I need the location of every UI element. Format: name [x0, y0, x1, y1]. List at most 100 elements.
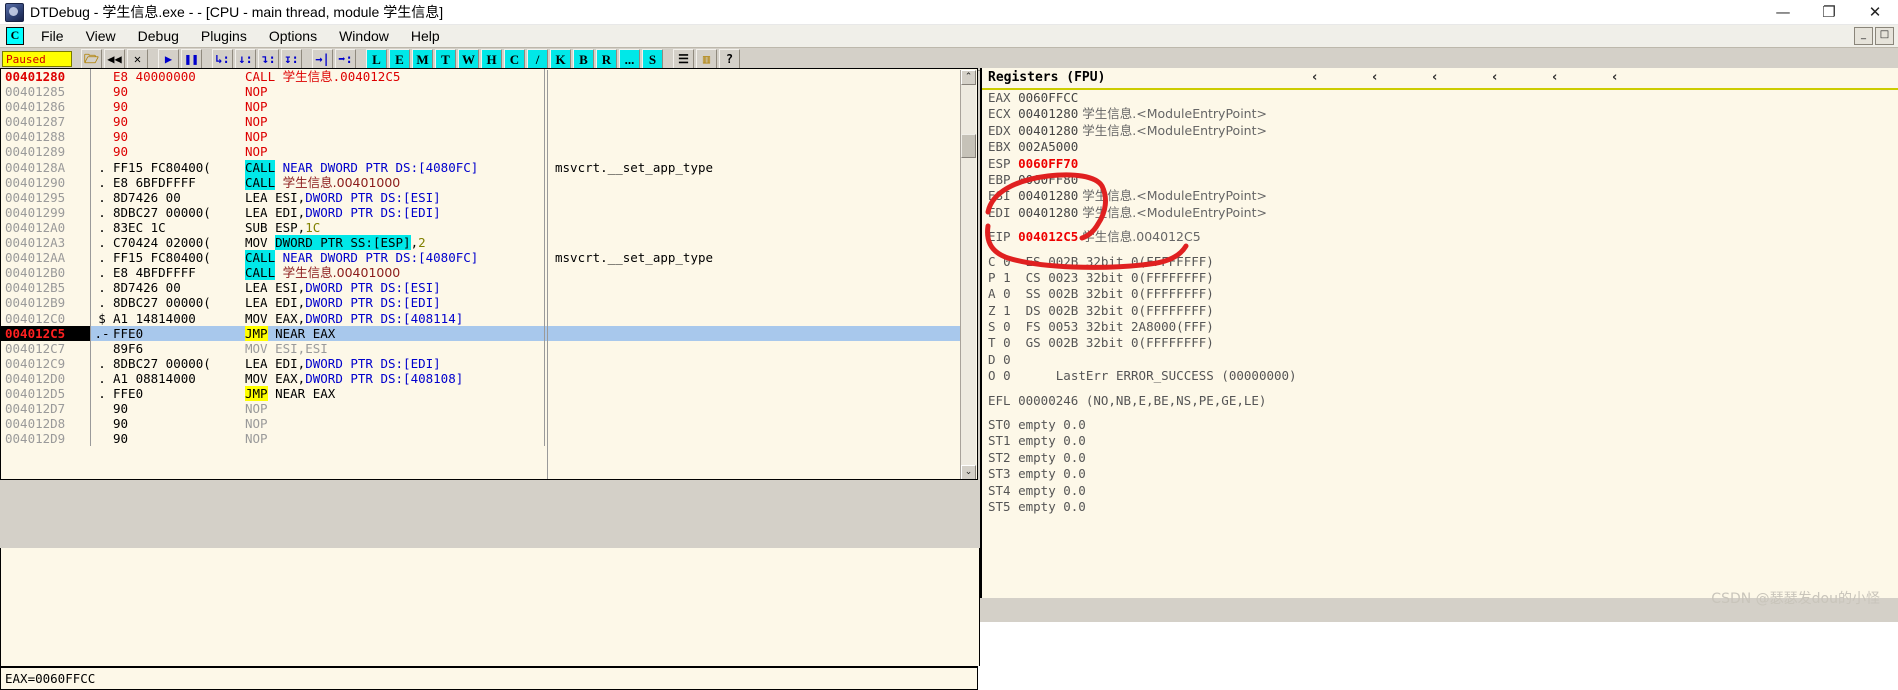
- pause-button[interactable]: ❚❚: [181, 49, 202, 69]
- disassembly-row[interactable]: 00401288 90 NOP: [1, 129, 961, 145]
- register-row-edx[interactable]: EDX 00401280 学生信息.<ModuleEntryPoint>: [982, 123, 1898, 139]
- executable-modules-button[interactable]: E: [389, 49, 410, 69]
- disassembly-row[interactable]: 004012B5. 8D7426 00 LEA ESI,DWORD PTR DS:[…: [1, 280, 961, 296]
- scroll-down-arrow-icon[interactable]: ⌄: [961, 465, 976, 479]
- register-row-esp[interactable]: ESP 0060FF70: [982, 156, 1898, 172]
- close-button[interactable]: ✕: [1852, 0, 1898, 24]
- child-maximize-button[interactable]: □: [1875, 27, 1894, 45]
- help-button[interactable]: ?: [719, 49, 740, 69]
- chevron-left-icon-4[interactable]: ‹: [1492, 69, 1497, 87]
- disassembly-row[interactable]: 00401299. 8DBC27 00000(LEA EDI,DWORD PTR …: [1, 204, 961, 220]
- flag-row-c[interactable]: C 0 ES 002B 32bit 0(FFFFFFFF): [982, 254, 1898, 270]
- disassembly-row[interactable]: 00401289 90 NOP: [1, 144, 961, 160]
- fpu-row-st2[interactable]: ST2 empty 0.0: [982, 450, 1898, 466]
- fpu-row-st1[interactable]: ST1 empty 0.0: [982, 433, 1898, 449]
- cpu-window-icon[interactable]: C: [6, 27, 24, 45]
- menu-item-file[interactable]: File: [30, 25, 75, 47]
- handles-button[interactable]: H: [481, 49, 502, 69]
- disassembly-row[interactable]: 004012A3. C70424 02000(MOV DWORD PTR SS:[…: [1, 235, 961, 251]
- chevron-left-icon-6[interactable]: ‹: [1612, 69, 1617, 87]
- disassembly-row[interactable]: 0040128A. FF15 FC80400(CALL NEAR DWORD PT…: [1, 159, 961, 175]
- disassembly-row[interactable]: 00401285 90 NOP: [1, 84, 961, 100]
- source-button[interactable]: S: [642, 49, 663, 69]
- trace-over-button[interactable]: ↧:: [281, 49, 302, 69]
- references-button[interactable]: R: [596, 49, 617, 69]
- disassembly-row[interactable]: 00401290. E8 6BFDFFFF CALL 学生信息.00401000: [1, 174, 961, 190]
- minimize-button[interactable]: —: [1760, 0, 1806, 24]
- disassembly-row[interactable]: 00401286 90 NOP: [1, 99, 961, 115]
- registers-pane[interactable]: Registers (FPU) ‹ ‹ ‹ ‹ ‹ ‹ EAX 0060FFCC…: [980, 68, 1898, 598]
- disassembly-row[interactable]: 004012C9. 8DBC27 00000(LEA EDI,DWORD PTR …: [1, 355, 961, 371]
- disassembly-row[interactable]: 004012D0. A1 08814000 MOV EAX,DWORD PTR DS…: [1, 370, 961, 386]
- disassembly-row[interactable]: 004012C0 $ A1 14814000 MOV EAX,DWORD PTR DS…: [1, 310, 961, 326]
- fpu-row-st4[interactable]: ST4 empty 0.0: [982, 483, 1898, 499]
- child-minimize-button[interactable]: _: [1854, 27, 1873, 45]
- fpu-row-st0[interactable]: ST0 empty 0.0: [982, 417, 1898, 433]
- register-row-esi[interactable]: ESI 00401280 学生信息.<ModuleEntryPoint>: [982, 188, 1898, 204]
- disassembly-row[interactable]: 004012C5 .- FFE0 JMP NEAR EAX: [1, 325, 961, 341]
- trace-into-button[interactable]: ↴:: [258, 49, 279, 69]
- flag-row-o[interactable]: O 0 LastErr ERROR_SUCCESS (00000000): [982, 368, 1898, 384]
- disassembly-row[interactable]: 00401295. 8D7426 00 LEA ESI,DWORD PTR DS:[…: [1, 189, 961, 205]
- fpu-row-st3[interactable]: ST3 empty 0.0: [982, 466, 1898, 482]
- disassembly-row[interactable]: 004012AA. FF15 FC80400(CALL NEAR DWORD PT…: [1, 250, 961, 266]
- disassembly-row[interactable]: 004012B0. E8 4BFDFFFF CALL 学生信息.00401000: [1, 265, 961, 281]
- call-stack-button[interactable]: K: [550, 49, 571, 69]
- threads-button[interactable]: T: [435, 49, 456, 69]
- chevron-left-icon-3[interactable]: ‹: [1432, 69, 1437, 87]
- register-row-ecx[interactable]: ECX 00401280 学生信息.<ModuleEntryPoint>: [982, 106, 1898, 122]
- disassembly-row[interactable]: 00401280 E8 40000000 CALL 学生信息.004012C5: [1, 69, 961, 85]
- flag-row-d[interactable]: D 0: [982, 352, 1898, 368]
- menu-item-help[interactable]: Help: [400, 25, 451, 47]
- register-row-eip[interactable]: EIP 004012C5 学生信息.004012C5: [982, 229, 1898, 245]
- run-button[interactable]: ▶: [158, 49, 179, 69]
- step-into-button[interactable]: ↳:: [212, 49, 233, 69]
- flag-row-z[interactable]: Z 1 DS 002B 32bit 0(FFFFFFFF): [982, 303, 1898, 319]
- flag-row-a[interactable]: A 0 SS 002B 32bit 0(FFFFFFFF): [982, 286, 1898, 302]
- run-trace-button[interactable]: ...: [619, 49, 640, 69]
- patches-button[interactable]: /: [527, 49, 548, 69]
- chevron-left-icon-5[interactable]: ‹: [1552, 69, 1557, 87]
- disassembly-pane[interactable]: 00401280 E8 40000000 CALL 学生信息.004012C5 004…: [0, 68, 978, 480]
- menu-item-window[interactable]: Window: [328, 25, 400, 47]
- menu-item-debug[interactable]: Debug: [127, 25, 190, 47]
- maximize-button[interactable]: ❐: [1806, 0, 1852, 24]
- scrollbar-thumb[interactable]: [961, 134, 976, 158]
- eflags-row[interactable]: EFL 00000246 (NO,NB,E,BE,NS,PE,GE,LE): [982, 393, 1898, 409]
- chevron-left-icon-1[interactable]: ‹: [1312, 69, 1317, 87]
- disassembly-column-splitter[interactable]: [547, 70, 548, 479]
- disassembly-scrollbar[interactable]: ⌃ ⌄: [960, 70, 976, 479]
- appearance-button[interactable]: ▥: [696, 49, 717, 69]
- disassembly-row[interactable]: 004012A0. 83EC 1C SUB ESP,1C: [1, 219, 961, 236]
- register-row-ebx[interactable]: EBX 002A5000: [982, 139, 1898, 155]
- disassembly-row[interactable]: 004012C7 89F6 MOV ESI,ESI: [1, 340, 961, 356]
- disassembly-row[interactable]: 00401287 90 NOP: [1, 114, 961, 130]
- flag-row-s[interactable]: S 0 FS 0053 32bit 2A8000(FFF): [982, 319, 1898, 335]
- disassembly-row[interactable]: 004012D7 90 NOP: [1, 401, 961, 417]
- scroll-up-arrow-icon[interactable]: ⌃: [961, 70, 976, 85]
- disassembly-row[interactable]: 004012B9. 8DBC27 00000(LEA EDI,DWORD PTR …: [1, 295, 961, 311]
- open-file-button[interactable]: 🗁: [81, 49, 102, 69]
- windows-button[interactable]: W: [458, 49, 479, 69]
- menu-item-options[interactable]: Options: [258, 25, 328, 47]
- memory-map-button[interactable]: M: [412, 49, 433, 69]
- disassembly-row[interactable]: 004012D9 90 NOP: [1, 431, 961, 447]
- register-row-edi[interactable]: EDI 00401280 学生信息.<ModuleEntryPoint>: [982, 205, 1898, 221]
- close-program-button[interactable]: ✕: [127, 49, 148, 69]
- flag-row-t[interactable]: T 0 GS 002B 32bit 0(FFFFFFFF): [982, 335, 1898, 351]
- fpu-row-st5[interactable]: ST5 empty 0.0: [982, 499, 1898, 515]
- menu-item-view[interactable]: View: [75, 25, 127, 47]
- register-row-eax[interactable]: EAX 0060FFCC: [982, 90, 1898, 106]
- menu-item-plugins[interactable]: Plugins: [190, 25, 258, 47]
- chevron-left-icon-2[interactable]: ‹: [1372, 69, 1377, 87]
- breakpoints-button[interactable]: B: [573, 49, 594, 69]
- options-list-button[interactable]: ☰: [673, 49, 694, 69]
- go-to-button[interactable]: ➡:: [335, 49, 356, 69]
- flag-row-p[interactable]: P 1 CS 0023 32bit 0(FFFFFFFF): [982, 270, 1898, 286]
- step-over-button[interactable]: ↓:: [235, 49, 256, 69]
- log-window-button[interactable]: L: [366, 49, 387, 69]
- disassembly-row[interactable]: 004012D8 90 NOP: [1, 416, 961, 432]
- execute-till-return-button[interactable]: →|: [312, 49, 333, 69]
- register-row-ebp[interactable]: EBP 0060FF80: [982, 172, 1898, 188]
- cpu-button[interactable]: C: [504, 49, 525, 69]
